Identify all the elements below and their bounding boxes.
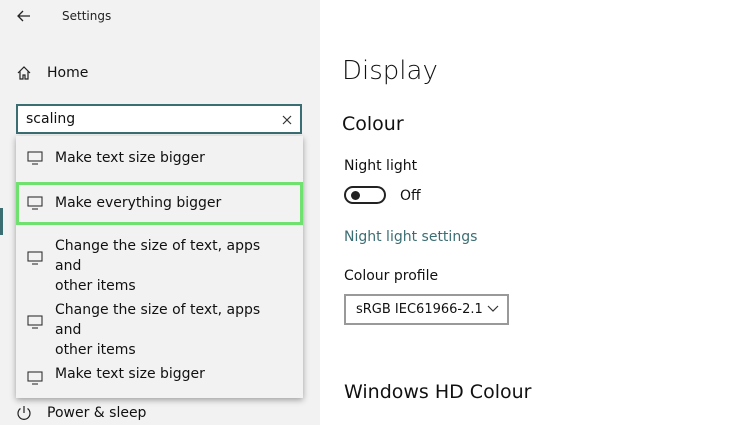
home-label: Home <box>47 65 89 81</box>
search-result-text: Change the size of text, apps and other … <box>55 236 290 296</box>
search-result-line1: Change the size of text, apps and <box>55 238 261 274</box>
clear-search-icon[interactable] <box>280 112 294 126</box>
toggle-knob <box>351 191 360 200</box>
monitor-icon <box>27 251 43 265</box>
chevron-down-icon <box>487 305 499 312</box>
colour-profile-label: Colour profile <box>344 268 439 284</box>
monitor-icon <box>27 151 43 165</box>
night-light-toggle[interactable] <box>344 186 386 204</box>
home-nav-item[interactable]: Home <box>16 62 88 84</box>
power-icon <box>17 406 31 420</box>
search-result-line1: Change the size of text, apps and <box>55 302 261 338</box>
window-title: Settings <box>62 9 112 23</box>
monitor-icon <box>27 196 43 210</box>
monitor-icon <box>27 371 43 385</box>
search-result-label: Make text size bigger <box>55 366 205 382</box>
main-content: Display Colour Night light Off Night lig… <box>320 0 750 425</box>
search-result-item[interactable]: Make text size bigger <box>16 356 303 398</box>
night-light-label: Night light <box>344 158 418 174</box>
search-result-item[interactable]: Change the size of text, apps and other … <box>16 228 303 294</box>
search-result-label: Make text size bigger <box>55 150 205 166</box>
colour-heading: Colour <box>342 113 404 135</box>
hd-colour-heading: Windows HD Colour <box>344 381 532 403</box>
search-result-item-highlighted[interactable]: Make everything bigger <box>16 182 303 225</box>
power-sleep-nav-item[interactable]: Power & sleep <box>16 405 146 421</box>
search-result-label: Make everything bigger <box>55 195 222 211</box>
page-title: Display <box>342 56 438 86</box>
sidebar: Settings Home Make text size bigger Make… <box>0 0 320 425</box>
search-results-dropdown: Make text size bigger Make everything bi… <box>16 136 303 398</box>
back-arrow-icon[interactable] <box>14 6 34 26</box>
search-result-item[interactable]: Make text size bigger <box>16 136 303 180</box>
search-input[interactable] <box>26 109 276 129</box>
colour-profile-select[interactable]: sRGB IEC61966-2.1 <box>344 294 509 325</box>
power-sleep-label: Power & sleep <box>47 405 147 421</box>
home-icon <box>17 66 31 80</box>
search-result-item[interactable]: Change the size of text, apps and other … <box>16 292 303 358</box>
colour-profile-value: sRGB IEC61966-2.1 <box>356 302 483 317</box>
search-box[interactable] <box>16 104 302 134</box>
search-result-text: Change the size of text, apps and other … <box>55 300 290 360</box>
monitor-icon <box>27 315 43 329</box>
nav-selection-indicator <box>0 208 3 235</box>
night-light-settings-link[interactable]: Night light settings <box>344 229 477 245</box>
night-light-state: Off <box>400 188 421 204</box>
